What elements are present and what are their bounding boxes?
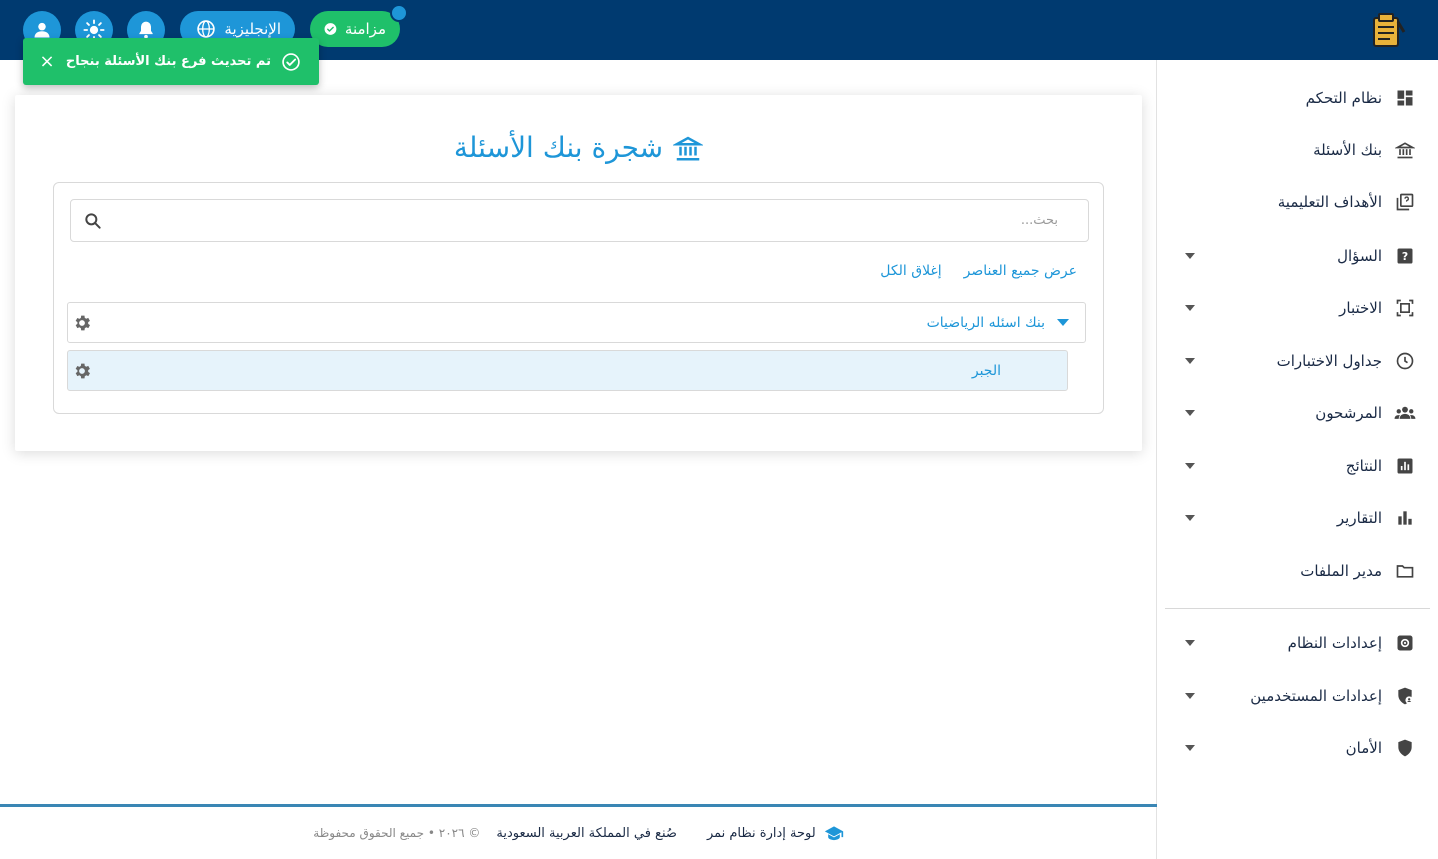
people-icon (1394, 402, 1416, 424)
quiz-icon (1394, 191, 1416, 213)
sidebar-item-candidates[interactable]: المرشحون (1157, 393, 1416, 433)
sidebar-item-label: النتائج (1345, 457, 1382, 475)
exam-logo-icon[interactable] (1368, 10, 1408, 50)
page-title-text: شجرة بنك الأسئلة (453, 131, 664, 164)
sync-button[interactable]: مزامنة (310, 11, 400, 47)
sidebar-item-system-settings[interactable]: إعدادات النظام (1157, 623, 1416, 663)
search-input[interactable] (103, 213, 1058, 228)
sidebar-item-learning-objectives[interactable]: الأهداف التعليمية (1157, 182, 1416, 222)
show-all-link[interactable]: عرض جميع العناصر (964, 263, 1077, 279)
footer-brand[interactable]: لوحة إدارة نظام نمر (707, 824, 844, 842)
bank-icon (1394, 139, 1416, 161)
bank-icon (673, 136, 704, 160)
collapse-all-link[interactable]: إغلاق الكل (880, 263, 941, 279)
chevron-down-icon[interactable] (1185, 745, 1195, 751)
sidebar-divider (1165, 608, 1430, 609)
chevron-down-icon[interactable] (1185, 693, 1195, 699)
sidebar-item-label: مدير الملفات (1300, 562, 1382, 580)
sidebar-item-label: نظام التحكم (1305, 89, 1382, 107)
sidebar-item-label: بنك الأسئلة (1313, 141, 1382, 159)
sidebar-item-label: المرشحون (1315, 404, 1382, 422)
sidebar-item-label: إعدادات المستخدمين (1250, 687, 1382, 705)
sidebar-item-file-manager[interactable]: مدير الملفات (1157, 551, 1416, 591)
sidebar-item-reports[interactable]: التقارير (1157, 498, 1416, 538)
chevron-down-icon[interactable] (1185, 253, 1195, 259)
sidebar-item-dashboard[interactable]: نظام التحكم (1157, 78, 1416, 118)
tree-node-child[interactable]: الجبر (67, 350, 1068, 391)
sidebar-item-label: الأهداف التعليمية (1277, 193, 1382, 211)
sync-status-dot (390, 4, 408, 22)
gear-icon[interactable] (72, 361, 92, 381)
chevron-down-icon[interactable] (1185, 410, 1195, 416)
dashboard-icon (1394, 87, 1416, 109)
sync-label: مزامنة (344, 20, 386, 38)
sidebar-item-question[interactable]: ? السؤال (1157, 236, 1416, 276)
sidebar-item-question-bank[interactable]: بنك الأسئلة (1157, 130, 1416, 170)
caret-down-icon[interactable] (1057, 319, 1069, 326)
search-box (70, 199, 1089, 242)
check-circle-icon (324, 23, 337, 35)
chevron-down-icon[interactable] (1185, 515, 1195, 521)
footer-copyright: © ٢٠٢٦ • جميع الحقوق محفوظة (313, 826, 481, 840)
footer-made-in: صُنع في المملكة العربية السعودية (496, 825, 677, 841)
tree-actions: عرض جميع العناصر إغلاق الكل (880, 263, 1077, 279)
footer: لوحة إدارة نظام نمر صُنع في المملكة العر… (0, 807, 1157, 859)
sidebar-item-label: الاختبار (1339, 299, 1382, 317)
gear-icon[interactable] (72, 313, 92, 333)
settings-icon (1394, 632, 1416, 654)
exam-icon (1394, 297, 1416, 319)
svg-text:?: ? (1402, 250, 1408, 263)
search-icon[interactable] (83, 211, 103, 231)
sidebar: نظام التحكم بنك الأسئلة الأهداف التعليمي… (1156, 60, 1438, 859)
chevron-down-icon[interactable] (1185, 463, 1195, 469)
bar-chart-icon (1394, 507, 1416, 529)
clock-icon (1394, 350, 1416, 372)
tree-node-label: بنك اسئله الرياضيات (926, 314, 1045, 331)
sidebar-item-results[interactable]: النتائج (1157, 446, 1416, 486)
footer-brand-text: لوحة إدارة نظام نمر (706, 825, 816, 841)
sidebar-item-label: الأمان (1345, 739, 1382, 757)
question-icon: ? (1394, 245, 1416, 267)
graduation-cap-icon (824, 826, 843, 841)
success-toast: تم تحديث فرع بنك الأسئلة بنجاح × (23, 38, 319, 85)
sidebar-item-user-settings[interactable]: إعدادات المستخدمين (1157, 676, 1416, 716)
analytics-icon (1394, 455, 1416, 477)
sidebar-item-exam[interactable]: الاختبار (1157, 288, 1416, 328)
chevron-down-icon[interactable] (1185, 640, 1195, 646)
sidebar-item-label: جداول الاختبارات (1276, 352, 1382, 370)
tree-node-label: الجبر (971, 362, 1001, 379)
globe-icon (197, 20, 216, 38)
admin-shield-icon (1394, 685, 1416, 707)
chevron-down-icon[interactable] (1185, 358, 1195, 364)
check-circle-outline-icon (282, 52, 300, 71)
page-title: شجرة بنك الأسئلة (15, 131, 1142, 164)
language-label: الإنجليزية (224, 20, 281, 38)
chevron-down-icon[interactable] (1185, 305, 1195, 311)
toast-message: تم تحديث فرع بنك الأسئلة بنجاح (65, 54, 271, 69)
sidebar-item-label: إعدادات النظام (1287, 634, 1382, 652)
sidebar-item-label: التقارير (1336, 509, 1382, 527)
tree-container: عرض جميع العناصر إغلاق الكل بنك اسئله ال… (53, 182, 1104, 414)
shield-icon (1394, 737, 1416, 759)
tree-node-root[interactable]: بنك اسئله الرياضيات (67, 302, 1086, 343)
question-bank-tree-card: شجرة بنك الأسئلة عرض جميع العناصر إغلاق … (15, 95, 1142, 451)
toast-close-button[interactable]: × (37, 51, 57, 72)
folder-icon (1394, 560, 1416, 582)
bell-icon (139, 21, 153, 39)
sidebar-item-label: السؤال (1337, 247, 1382, 265)
sidebar-item-security[interactable]: الأمان (1157, 728, 1416, 768)
sidebar-item-exam-schedules[interactable]: جداول الاختبارات (1157, 341, 1416, 381)
user-icon (34, 22, 50, 38)
